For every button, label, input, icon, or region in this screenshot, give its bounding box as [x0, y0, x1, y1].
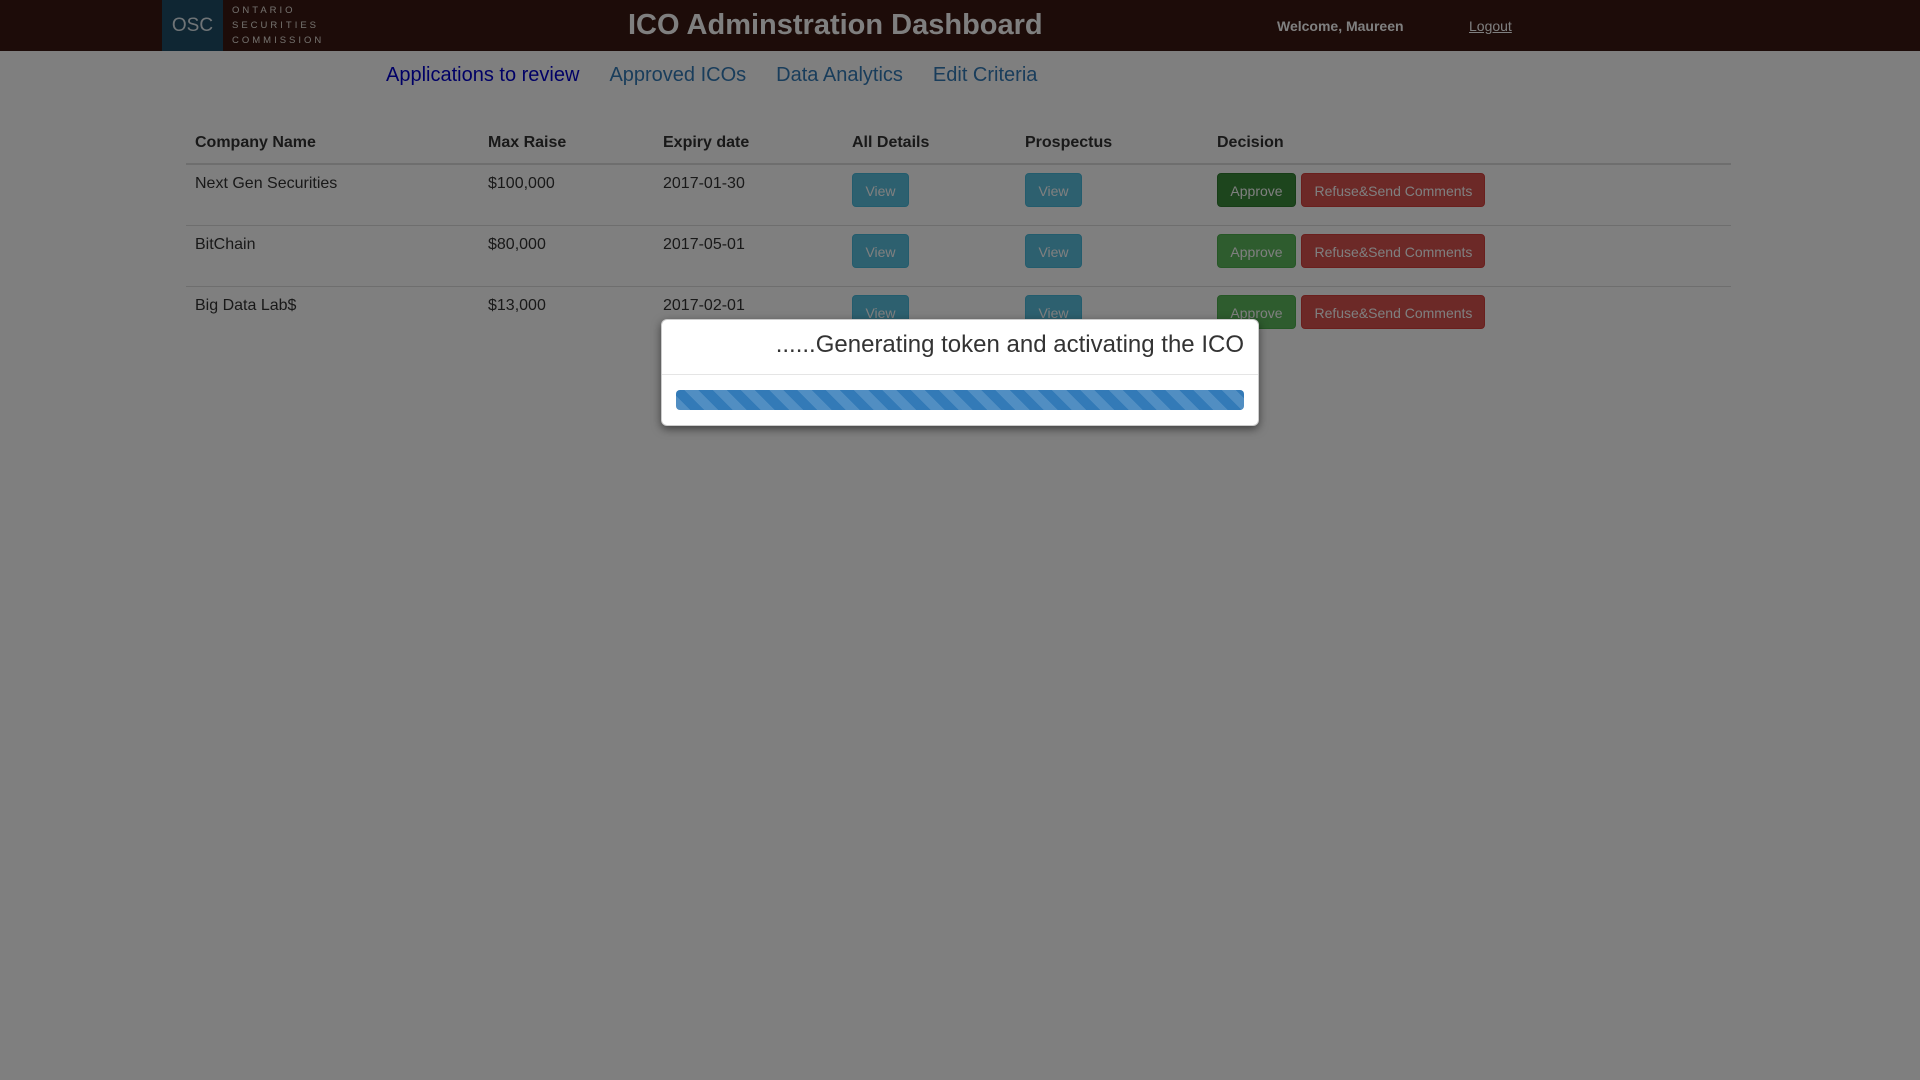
progress-bar: [676, 390, 1244, 410]
modal-title: ......Generating token and activating th…: [775, 331, 1244, 358]
modal-header: ......Generating token and activating th…: [662, 320, 1258, 375]
modal-body: [662, 375, 1258, 425]
progress-modal: ......Generating token and activating th…: [661, 319, 1259, 426]
modal-backdrop[interactable]: [0, 0, 1920, 1080]
progress-track: [676, 390, 1244, 410]
